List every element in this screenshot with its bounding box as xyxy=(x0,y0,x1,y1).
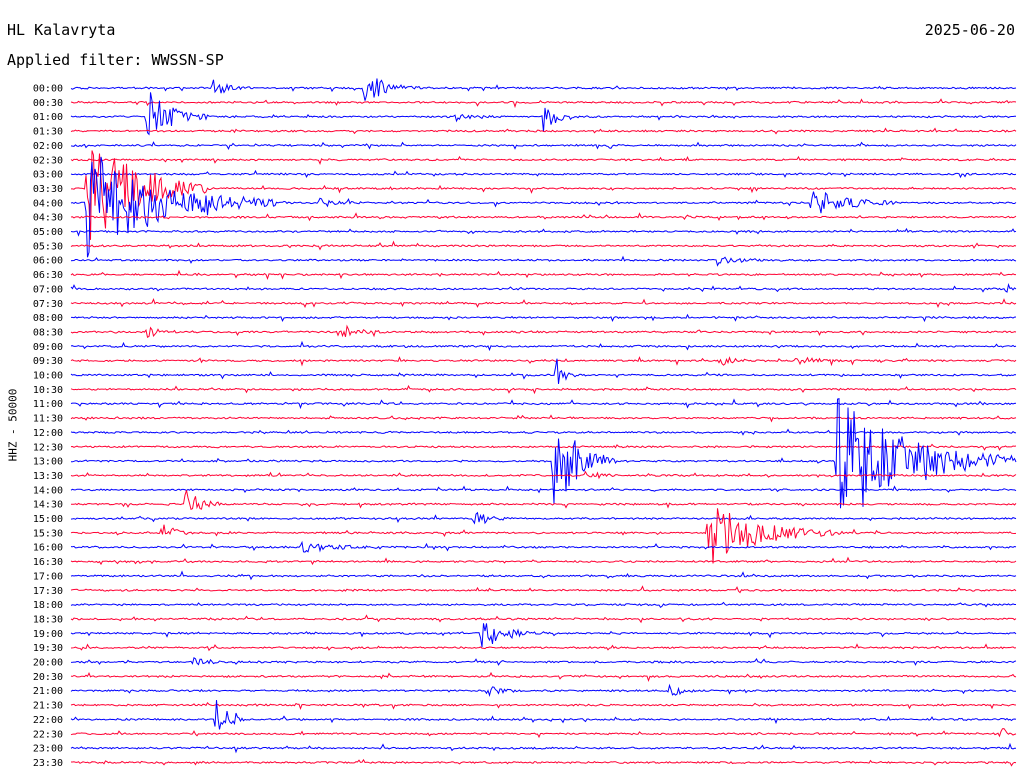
trace-line xyxy=(70,683,1016,697)
row-time-label: 05:30 xyxy=(33,241,63,252)
row-time-label: 09:00 xyxy=(33,342,63,353)
helicorder-plot: 00:00 00:30 01:00 01:30 02:00 02:30 03:00 03:30… xyxy=(33,78,1017,769)
row-time-label: 02:30 xyxy=(33,155,63,166)
trace-line xyxy=(70,298,1017,308)
trace-line xyxy=(70,671,1017,683)
row-time-label: 04:00 xyxy=(33,198,63,209)
trace-line xyxy=(70,601,1016,608)
row-time-label: 18:00 xyxy=(33,600,63,611)
row-time-label: 19:00 xyxy=(33,629,63,640)
trace-line xyxy=(70,324,1017,338)
row-time-label: 08:30 xyxy=(33,327,63,338)
row-time-label: 20:30 xyxy=(33,672,63,683)
trace-line xyxy=(70,643,1017,652)
trace-line xyxy=(70,585,1017,594)
trace-line xyxy=(70,358,1017,384)
row-time-label: 09:30 xyxy=(33,356,63,367)
trace-line xyxy=(70,240,1017,251)
trace-line xyxy=(70,169,1017,179)
row-time-label: 01:00 xyxy=(33,112,63,123)
row-time-label: 01:30 xyxy=(33,127,63,138)
row-time-label: 10:00 xyxy=(33,371,63,382)
trace-line xyxy=(71,313,1017,323)
row-time-label: 02:00 xyxy=(33,141,63,152)
trace-line xyxy=(70,540,1017,553)
trace-line xyxy=(71,150,1017,240)
trace-line xyxy=(70,155,1017,165)
row-time-label: 19:30 xyxy=(33,643,63,654)
row-time-label: 17:00 xyxy=(33,571,63,582)
trace-line xyxy=(70,398,1017,410)
row-time-label: 15:30 xyxy=(33,528,63,539)
row-time-label: 03:00 xyxy=(33,170,63,181)
row-time-label: 16:00 xyxy=(33,543,63,554)
trace-line xyxy=(70,156,1017,258)
trace-line xyxy=(70,443,1017,451)
trace-line xyxy=(70,269,1016,280)
trace-line xyxy=(70,356,1017,367)
row-time-label: 00:30 xyxy=(33,98,63,109)
row-time-label: 18:30 xyxy=(33,614,63,625)
row-time-label: 06:30 xyxy=(33,270,63,281)
row-time-label: 15:00 xyxy=(33,514,63,525)
row-time-label: 11:00 xyxy=(33,399,63,410)
trace-line xyxy=(70,282,1017,293)
trace-line xyxy=(71,758,1017,767)
row-time-label: 07:30 xyxy=(33,299,63,310)
trace-line xyxy=(70,141,1017,150)
row-time-label: 08:00 xyxy=(33,313,63,324)
trace-line xyxy=(70,656,1017,666)
row-time-label: 05:00 xyxy=(33,227,63,238)
trace-line xyxy=(70,614,1017,624)
trace-line xyxy=(70,623,1017,648)
trace-line xyxy=(70,340,1017,352)
trace-line xyxy=(70,384,1017,395)
row-time-label: 03:30 xyxy=(33,184,63,195)
trace-line xyxy=(71,398,1017,509)
row-time-label: 13:30 xyxy=(33,471,63,482)
row-time-label: 20:00 xyxy=(33,658,63,669)
trace-line xyxy=(70,701,1017,710)
row-time-label: 23:00 xyxy=(33,744,63,755)
trace-line xyxy=(70,511,1017,525)
trace-line xyxy=(70,255,1017,267)
row-time-label: 14:00 xyxy=(33,485,63,496)
row-time-label: 13:00 xyxy=(33,457,63,468)
trace-line xyxy=(70,570,1017,581)
trace-line xyxy=(70,490,1017,510)
trace-line xyxy=(70,414,1017,423)
trace-line xyxy=(70,78,1017,101)
trace-line xyxy=(70,485,1017,494)
trace-line xyxy=(70,508,1017,564)
row-time-label: 10:30 xyxy=(33,385,63,396)
row-time-label: 23:30 xyxy=(33,758,63,769)
row-time-label: 11:30 xyxy=(33,414,63,425)
trace-line xyxy=(70,556,1017,566)
trace-line xyxy=(70,428,1017,436)
row-time-label: 07:00 xyxy=(33,284,63,295)
row-time-label: 17:30 xyxy=(33,586,63,597)
row-time-label: 22:30 xyxy=(33,729,63,740)
row-time-label: 14:30 xyxy=(33,500,63,511)
row-time-label: 12:00 xyxy=(33,428,63,439)
row-time-label: 21:00 xyxy=(33,686,63,697)
row-time-label: 12:30 xyxy=(33,442,63,453)
row-time-label: 21:30 xyxy=(33,701,63,712)
row-time-label: 06:00 xyxy=(33,256,63,267)
row-time-label: 04:30 xyxy=(33,213,63,224)
trace-line xyxy=(70,728,1017,739)
row-time-label: 16:30 xyxy=(33,557,63,568)
trace-line xyxy=(70,227,1017,237)
trace-line xyxy=(70,98,1017,109)
trace-line xyxy=(70,92,1016,136)
trace-line xyxy=(70,742,1016,754)
trace-line xyxy=(70,212,1017,222)
row-time-label: 00:00 xyxy=(33,84,63,95)
row-time-label: 22:00 xyxy=(33,715,63,726)
